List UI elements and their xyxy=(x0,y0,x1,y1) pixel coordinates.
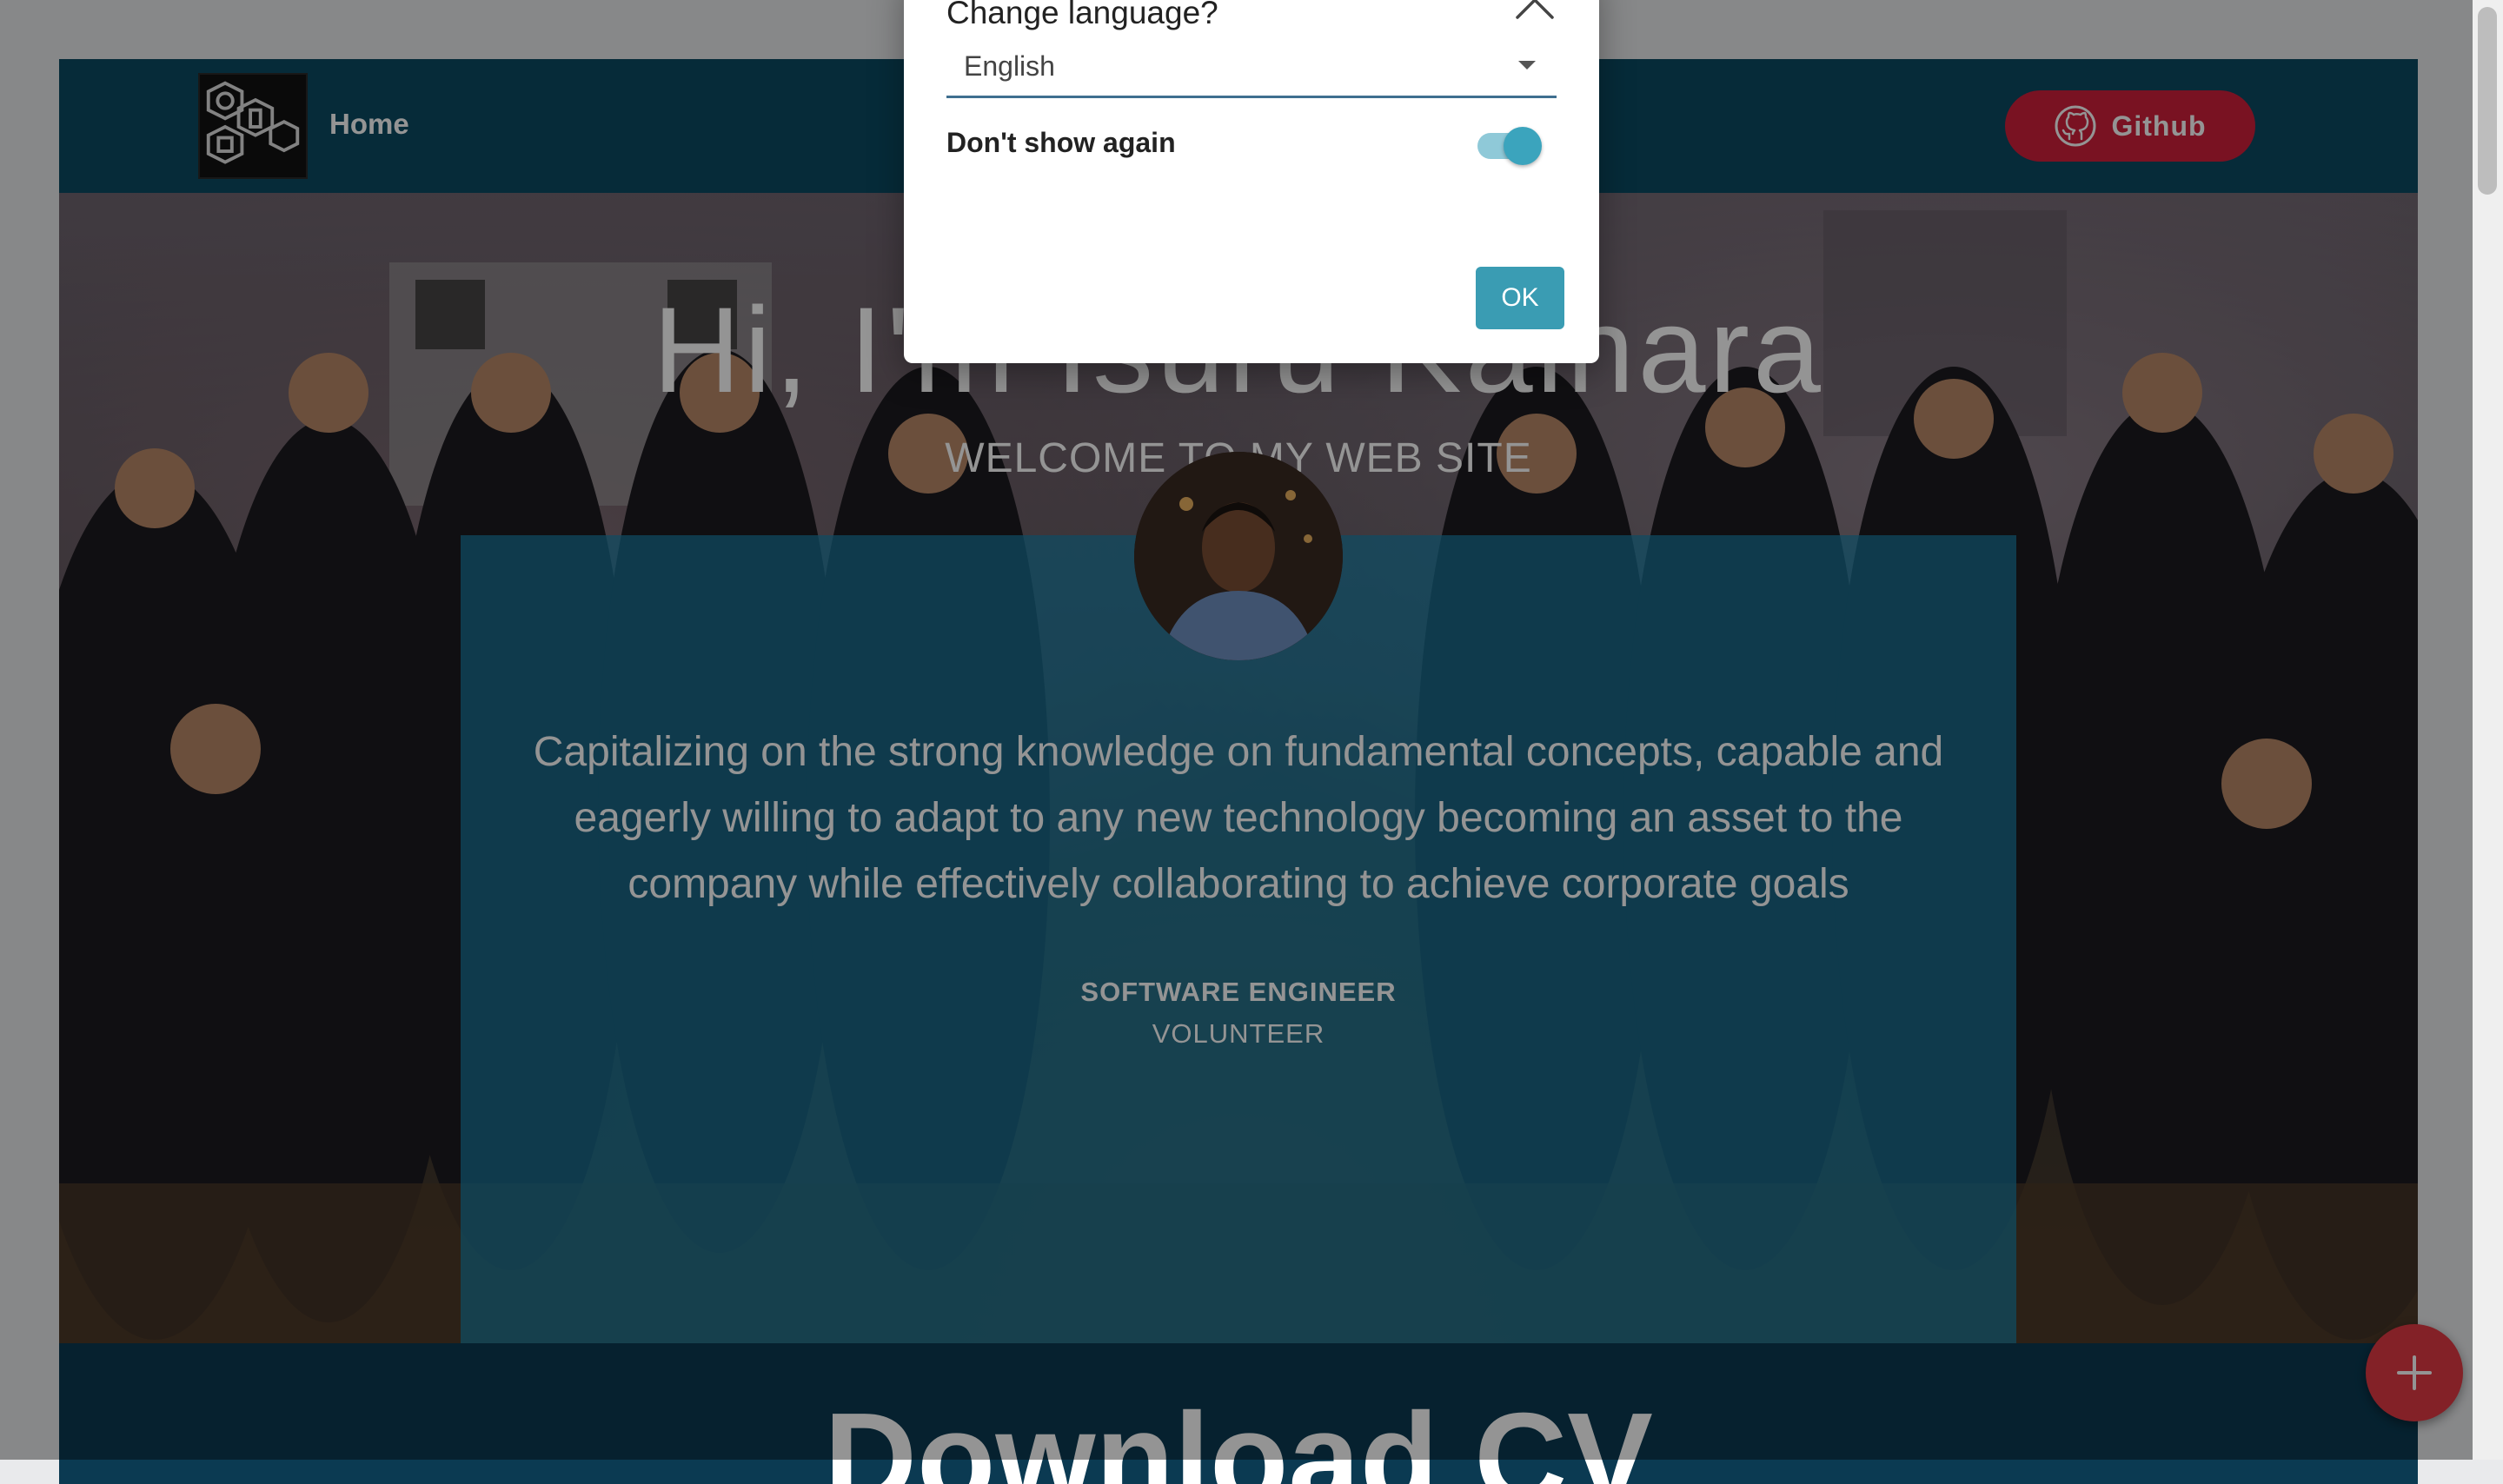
dialog-title: Change language? xyxy=(946,0,1218,30)
ok-button[interactable]: OK xyxy=(1476,267,1564,329)
language-select-value: English xyxy=(964,50,1055,82)
chevron-up-icon xyxy=(1516,0,1554,19)
toggle-knob xyxy=(1504,127,1542,165)
dont-show-again-toggle[interactable] xyxy=(1477,127,1542,165)
dont-show-again-label: Don't show again xyxy=(946,127,1176,158)
dialog-close-button[interactable] xyxy=(1512,0,1557,26)
language-select[interactable]: English xyxy=(946,45,1557,98)
scrollbar-track[interactable] xyxy=(2473,0,2503,1460)
caret-down-icon xyxy=(1518,61,1536,70)
language-dialog: Change language? English Don't show agai… xyxy=(904,0,1599,363)
scrollbar-thumb[interactable] xyxy=(2478,7,2497,195)
